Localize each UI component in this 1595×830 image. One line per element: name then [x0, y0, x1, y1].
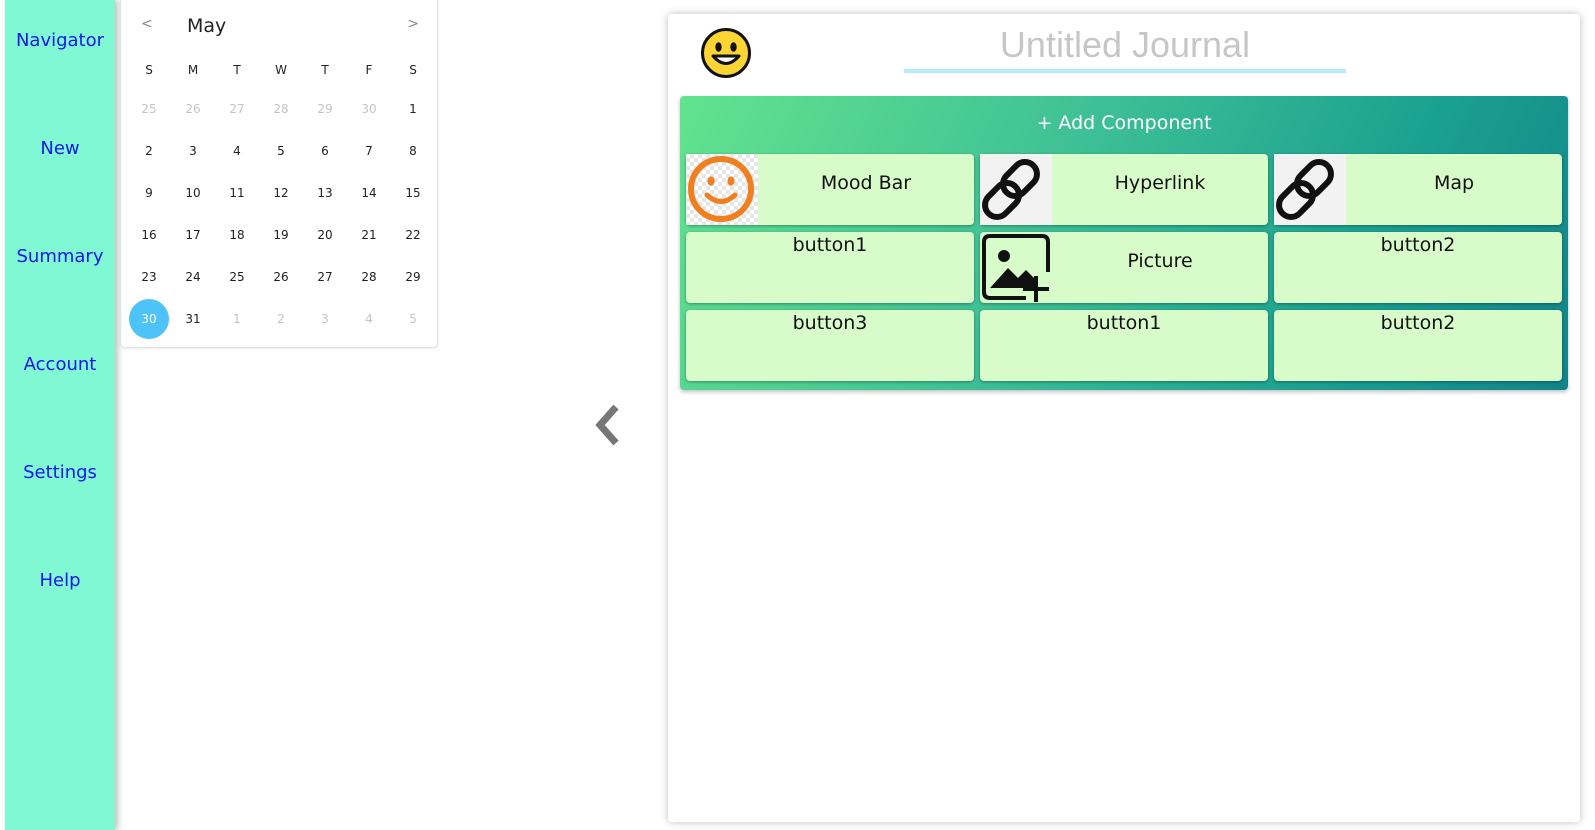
prev-month-button[interactable]: < — [141, 16, 153, 32]
calendar: < May > S M T W T F S 25 26 27 28 29 30 … — [120, 0, 438, 348]
tile-label: Hyperlink — [1114, 172, 1206, 194]
title-underline — [904, 69, 1346, 73]
nav-help[interactable]: Help — [5, 570, 115, 591]
calendar-day[interactable]: 9 — [127, 173, 171, 213]
calendar-day[interactable]: 18 — [215, 215, 259, 255]
chevron-left-icon — [595, 404, 619, 446]
nav-new[interactable]: New — [5, 138, 115, 159]
calendar-day[interactable]: 27 — [215, 89, 259, 129]
calendar-day[interactable]: 28 — [347, 257, 391, 297]
calendar-day[interactable]: 24 — [171, 257, 215, 297]
tile-mood-bar[interactable]: Mood Bar — [686, 154, 974, 225]
weekday-label: S — [145, 63, 153, 77]
calendar-week: 9 10 11 12 13 14 15 — [127, 173, 435, 213]
calendar-day[interactable]: 25 — [127, 89, 171, 129]
mood-smiley-icon — [686, 154, 758, 225]
journal-title-input[interactable]: Untitled Journal — [904, 24, 1346, 66]
tile-label: Map — [1433, 172, 1475, 194]
calendar-day[interactable]: 12 — [259, 173, 303, 213]
calendar-week: 30 31 1 2 3 4 5 — [127, 299, 435, 339]
calendar-day[interactable]: 25 — [215, 257, 259, 297]
tile-button2[interactable]: button2 — [1274, 310, 1562, 381]
weekday-label: W — [275, 63, 287, 77]
calendar-day[interactable]: 13 — [303, 173, 347, 213]
weekday-label: F — [365, 63, 373, 77]
calendar-day[interactable]: 30 — [347, 89, 391, 129]
tile-button1[interactable]: button1 — [980, 310, 1268, 381]
tile-label: button1 — [1086, 312, 1162, 334]
calendar-day[interactable]: 3 — [303, 299, 347, 339]
calendar-day[interactable]: 5 — [391, 299, 435, 339]
calendar-day[interactable]: 7 — [347, 131, 391, 171]
weekday-label: T — [233, 63, 241, 77]
tile-button1[interactable]: button1 — [686, 232, 974, 303]
calendar-day[interactable]: 29 — [303, 89, 347, 129]
tile-label: button2 — [1380, 234, 1456, 256]
tile-picture[interactable]: Picture — [980, 232, 1268, 303]
tile-hyperlink[interactable]: Hyperlink — [980, 154, 1268, 225]
calendar-week: 25 26 27 28 29 30 1 — [127, 89, 435, 129]
calendar-day[interactable]: 6 — [303, 131, 347, 171]
tile-label: button1 — [792, 234, 868, 256]
calendar-day[interactable]: 2 — [127, 131, 171, 171]
nav-settings[interactable]: Settings — [5, 462, 115, 483]
calendar-day[interactable]: 22 — [391, 215, 435, 255]
nav-account[interactable]: Account — [5, 354, 115, 375]
calendar-day[interactable]: 8 — [391, 131, 435, 171]
calendar-day[interactable]: 17 — [171, 215, 215, 255]
calendar-day[interactable]: 21 — [347, 215, 391, 255]
calendar-day[interactable]: 20 — [303, 215, 347, 255]
add-component-button[interactable]: + Add Component — [680, 112, 1568, 134]
component-panel: + Add Component Mood Bar Hyperlink Map b… — [680, 96, 1568, 390]
collapse-button[interactable] — [589, 400, 629, 450]
selected-day-label: 30 — [129, 299, 169, 339]
calendar-week: 16 17 18 19 20 21 22 — [127, 215, 435, 255]
calendar-week: 2 3 4 5 6 7 8 — [127, 131, 435, 171]
calendar-day[interactable]: 29 — [391, 257, 435, 297]
tile-label: Mood Bar — [820, 172, 912, 194]
calendar-day[interactable]: 27 — [303, 257, 347, 297]
link-icon — [980, 154, 1052, 225]
nav-summary[interactable]: Summary — [5, 246, 115, 267]
nav-navigator[interactable]: Navigator — [5, 30, 115, 51]
next-month-button[interactable]: > — [407, 16, 419, 32]
calendar-day[interactable]: 31 — [171, 299, 215, 339]
tile-label: button2 — [1380, 312, 1456, 334]
journal-editor: Untitled Journal + Add Component Mood Ba… — [668, 14, 1580, 822]
calendar-day[interactable]: 4 — [215, 131, 259, 171]
calendar-day[interactable]: 5 — [259, 131, 303, 171]
calendar-week: 23 24 25 26 27 28 29 — [127, 257, 435, 297]
calendar-day[interactable]: 11 — [215, 173, 259, 213]
calendar-day[interactable]: 26 — [171, 89, 215, 129]
calendar-day[interactable]: 15 — [391, 173, 435, 213]
link-icon — [1274, 154, 1346, 225]
tile-map[interactable]: Map — [1274, 154, 1562, 225]
calendar-day[interactable]: 2 — [259, 299, 303, 339]
tile-label: Picture — [1127, 250, 1193, 272]
calendar-day[interactable]: 28 — [259, 89, 303, 129]
smiley-face-icon[interactable] — [700, 27, 752, 79]
tile-button3[interactable]: button3 — [686, 310, 974, 381]
calendar-day[interactable]: 1 — [391, 89, 435, 129]
calendar-day[interactable]: 19 — [259, 215, 303, 255]
calendar-day[interactable]: 4 — [347, 299, 391, 339]
add-picture-icon — [980, 232, 1052, 303]
tile-button2[interactable]: button2 — [1274, 232, 1562, 303]
calendar-day[interactable]: 14 — [347, 173, 391, 213]
weekday-label: M — [187, 63, 199, 77]
calendar-day[interactable]: 26 — [259, 257, 303, 297]
calendar-day[interactable]: 3 — [171, 131, 215, 171]
calendar-day[interactable]: 10 — [171, 173, 215, 213]
sidebar: Navigator New Summary Account Settings H… — [5, 0, 115, 830]
calendar-month: May — [187, 15, 227, 37]
calendar-day[interactable]: 16 — [127, 215, 171, 255]
tile-label: button3 — [792, 312, 868, 334]
weekday-label: S — [409, 63, 417, 77]
calendar-day[interactable]: 23 — [127, 257, 171, 297]
weekday-label: T — [321, 63, 329, 77]
calendar-day[interactable]: 1 — [215, 299, 259, 339]
calendar-day-selected[interactable]: 30 — [127, 299, 171, 339]
weekday-header: S M T W T F S — [127, 60, 435, 80]
